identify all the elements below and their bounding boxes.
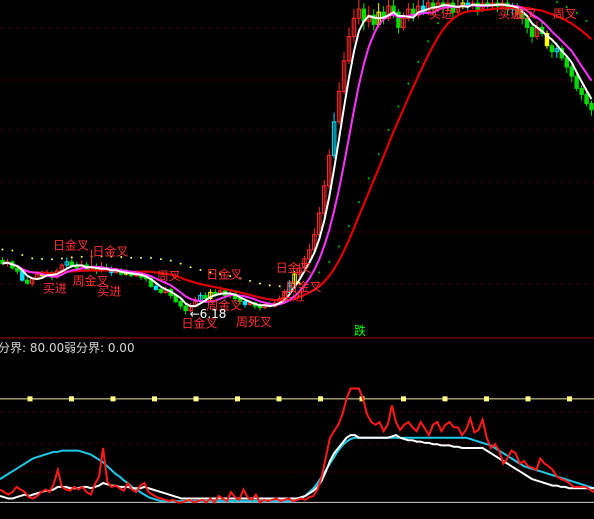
signal-labels: 日金叉 日金叉买进 买进周金叉 日金叉周叉日金叉周金叉周死叉买进日金叉周金叉买进 买进周… <box>43 7 577 331</box>
candle-body <box>589 103 594 111</box>
indicator-dot <box>11 249 14 252</box>
indicator-dot <box>367 177 370 180</box>
signal-label: 周金叉 <box>73 273 109 288</box>
indicator-dot <box>199 268 202 271</box>
indicator-dot <box>80 255 83 258</box>
candle-body <box>574 75 579 89</box>
signal-label: 日金叉 <box>92 243 128 258</box>
candle-body <box>183 305 188 312</box>
signal-label: 买进 <box>429 7 453 21</box>
signal-label: 周金叉 <box>285 279 321 294</box>
indicator-dot <box>417 60 420 63</box>
indicator-dot <box>585 19 588 22</box>
candle-body <box>549 45 555 53</box>
indicator-dot <box>50 258 53 261</box>
indicator-dot <box>179 262 182 265</box>
stock-chart-canvas: 日金叉 日金叉买进 买进周金叉 日金叉周叉日金叉周金叉周死叉买进日金叉周金叉买进 买进周… <box>0 0 594 504</box>
threshold-marker <box>484 396 489 402</box>
indicator-series-line <box>0 436 594 503</box>
signal-label: 周叉 <box>157 269 181 283</box>
indicator-dot <box>140 256 143 259</box>
indicator-dot <box>407 82 410 85</box>
indicator-dot <box>328 260 331 263</box>
indicator-header-b: 弱分界: 0.00 <box>64 341 135 355</box>
threshold-marker <box>567 396 572 402</box>
indicator-dot <box>278 285 281 288</box>
candle-body <box>15 267 20 272</box>
threshold-marker <box>27 396 33 402</box>
indicator-dot <box>318 271 321 274</box>
candle-body <box>153 285 159 290</box>
indicator-dot <box>189 266 192 269</box>
signal-label: 日金叉 <box>53 237 89 252</box>
indicator-dot <box>357 201 360 204</box>
signal-label: 买进 <box>43 282 67 296</box>
indicator-dot <box>130 256 133 259</box>
indicator-dot <box>21 253 24 256</box>
indicator-dot <box>555 1 558 4</box>
signal-label: 日金叉 <box>206 266 242 281</box>
candle-body <box>529 26 535 38</box>
indicator-dot <box>248 279 251 282</box>
threshold-marker <box>318 396 323 402</box>
indicator-dot <box>397 105 400 108</box>
price-panel-grid <box>0 27 594 285</box>
indicator-dot <box>70 256 73 259</box>
indicator-dot <box>387 128 390 131</box>
threshold-marker <box>110 396 116 402</box>
candle-body <box>24 279 30 284</box>
candle-body <box>178 301 183 307</box>
threshold-marker <box>69 396 74 402</box>
indicator-dot <box>258 282 261 285</box>
candle-body <box>242 301 248 306</box>
indicator-dot <box>149 256 152 259</box>
indicator-series-line <box>0 387 594 504</box>
indicator-dot <box>268 284 271 287</box>
indicator-dot <box>169 259 172 262</box>
indicator-dot <box>347 224 350 227</box>
threshold-marker <box>152 396 157 402</box>
candle-body <box>74 266 79 269</box>
signal-label: 日金叉 <box>276 260 312 275</box>
indicator-dot <box>159 258 162 261</box>
indicator-header-a: 分界: 80.00 <box>0 341 64 355</box>
indicator-dot <box>377 153 380 156</box>
threshold-marker <box>442 396 448 402</box>
signal-label: 周叉 <box>553 7 577 21</box>
candle-body <box>584 93 589 105</box>
indicator-dot <box>60 257 63 260</box>
candle-body <box>579 87 584 95</box>
signal-label: 周叉 <box>513 7 537 21</box>
indicator-lines <box>0 387 594 504</box>
signal-label: 周死叉 <box>236 315 272 329</box>
candle-body <box>257 305 263 309</box>
lowest-price-label: ←6.18 <box>190 307 227 321</box>
indicator-dot <box>427 40 430 43</box>
falling-signal-label: 跌 <box>354 323 366 338</box>
threshold-marker <box>525 396 531 402</box>
ma-mid-line <box>2 3 593 306</box>
indicator-dot <box>1 248 4 251</box>
candle-body <box>158 288 164 293</box>
indicator-dot <box>437 22 440 25</box>
indicator-dot <box>338 245 341 248</box>
threshold-marker <box>235 396 240 402</box>
threshold-marker <box>193 396 199 402</box>
candle-body <box>213 291 218 295</box>
indicator-series-line <box>0 434 594 500</box>
indicator-dot <box>41 257 44 260</box>
threshold-marker <box>276 396 282 402</box>
indicator-panel-grid <box>0 396 594 503</box>
threshold-marker <box>401 396 406 402</box>
indicator-dot <box>31 257 34 260</box>
candle-body <box>569 66 574 77</box>
price-dotted-indicator <box>1 0 588 288</box>
